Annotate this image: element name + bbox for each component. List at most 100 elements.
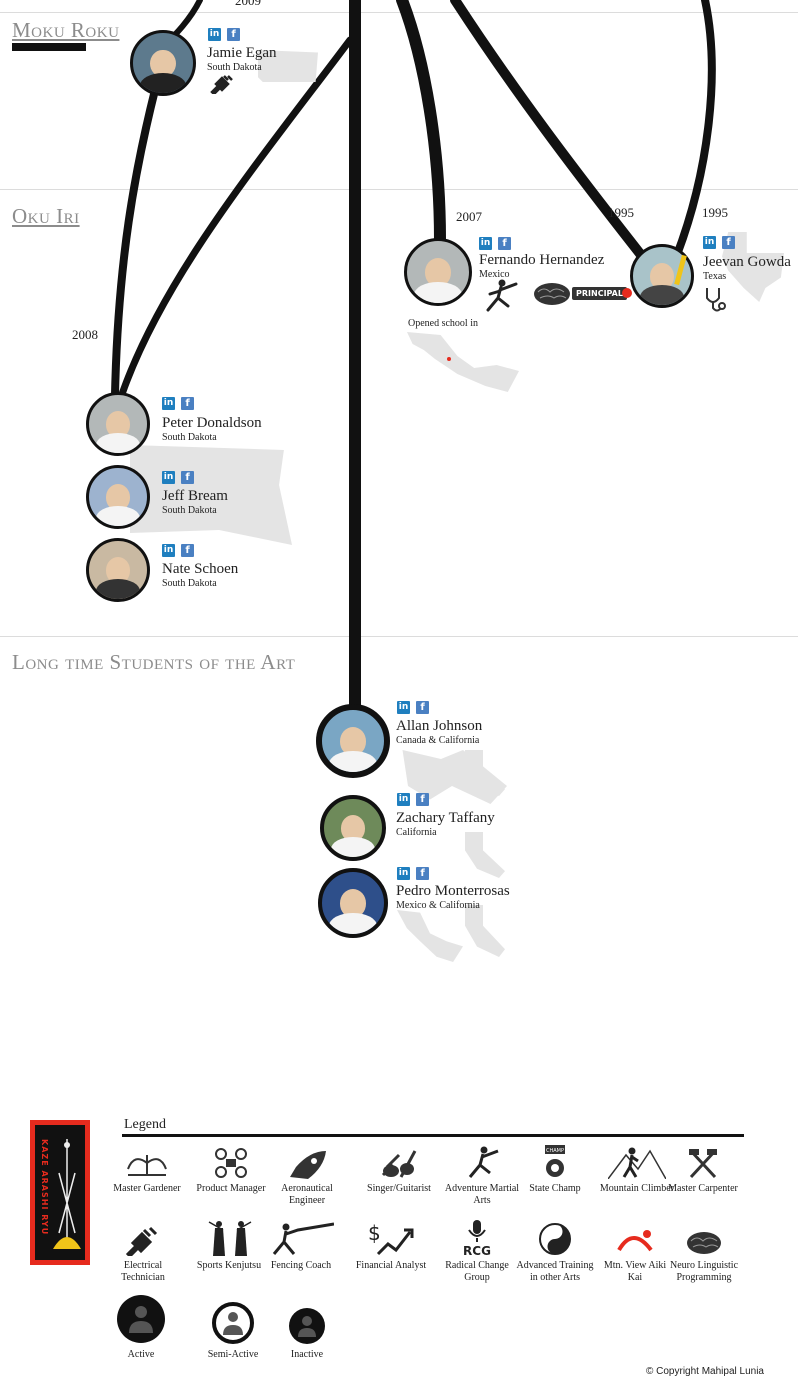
copyright: © Copyright Mahipal Lunia: [646, 1366, 764, 1377]
facebook-icon[interactable]: f: [416, 793, 429, 806]
avatar-pedro-monterrosas[interactable]: [318, 868, 388, 938]
legend-item: Neuro Linguistic Programming: [665, 1222, 743, 1284]
person-name: Allan Johnson: [396, 718, 483, 734]
plug-icon: [126, 1226, 158, 1256]
medal-icon: CHAMP: [545, 1145, 565, 1177]
person-location: South Dakota: [162, 432, 217, 443]
social-links: in f: [208, 28, 240, 41]
drone-icon: [215, 1148, 247, 1178]
person-location: South Dakota: [162, 578, 217, 589]
legend-item: Mtn. View Aiki Kai: [596, 1222, 674, 1284]
year-label: 1995: [608, 205, 634, 220]
linkedin-icon[interactable]: in: [162, 544, 175, 557]
semi-active-status-icon: [212, 1302, 254, 1344]
legend-item: Master Carpenter: [664, 1145, 742, 1195]
legend-title: Legend: [124, 1117, 166, 1132]
person-location: South Dakota: [207, 62, 262, 73]
linkedin-icon[interactable]: in: [162, 397, 175, 410]
avatar-jamie-egan[interactable]: [130, 30, 196, 96]
legend-item: Adventure Martial Arts: [443, 1145, 521, 1207]
social-links: in f: [479, 237, 511, 250]
martial-arts-icon: [486, 279, 518, 312]
person-name: Fernando Hernandez: [479, 252, 605, 268]
person-name: Jeevan Gowda: [703, 254, 791, 270]
person-location: Texas: [703, 271, 727, 282]
rocket-icon: [290, 1151, 326, 1179]
logo-emblem: [53, 1139, 81, 1249]
legend-item: Advanced Training in other Arts: [516, 1222, 594, 1284]
avatar-zachary-taffany[interactable]: [320, 795, 386, 861]
linkedin-icon[interactable]: in: [479, 237, 492, 250]
brain-icon: [534, 283, 570, 305]
gardener-icon: [127, 1155, 167, 1176]
legend-item: Master Gardener: [108, 1145, 186, 1195]
svg-text:CHAMP: CHAMP: [546, 1148, 564, 1154]
social-links: in f: [397, 701, 429, 714]
svg-text:$: $: [368, 1222, 381, 1245]
yin-yang-icon: [539, 1223, 571, 1255]
guitar-icon: [381, 1150, 417, 1178]
linkedin-icon[interactable]: in: [208, 28, 221, 41]
martial-arts-icon: [468, 1146, 499, 1178]
social-links: in f: [162, 544, 194, 557]
person-name: Zachary Taffany: [396, 810, 495, 826]
legend-item: $ Financial Analyst: [355, 1222, 427, 1271]
linkedin-icon[interactable]: in: [162, 471, 175, 484]
legend-item: Fencing Coach: [262, 1222, 340, 1272]
linkedin-icon[interactable]: in: [703, 236, 716, 249]
avatar-fernando-hernandez[interactable]: [404, 238, 472, 306]
year-label: 2009: [235, 0, 261, 8]
facebook-icon[interactable]: f: [227, 28, 240, 41]
apple-icon: [622, 288, 632, 298]
legend-item-semi-active: Semi-Active: [194, 1295, 272, 1365]
legend-item: Sports Kenjutsu: [190, 1221, 268, 1272]
facebook-icon[interactable]: f: [181, 397, 194, 410]
social-links: in f: [703, 236, 735, 249]
person-name: Pedro Monterrosas: [396, 883, 510, 899]
active-status-icon: [117, 1295, 165, 1343]
climber-icon: [608, 1147, 666, 1179]
avatar-nate-schoen[interactable]: [86, 538, 150, 602]
facebook-icon[interactable]: f: [181, 471, 194, 484]
year-label: 2007: [456, 209, 482, 224]
person-name: Nate Schoen: [162, 561, 239, 577]
legend-item: RCG Radical Change Group: [438, 1220, 516, 1284]
social-links: in f: [397, 867, 429, 880]
legend-item: Singer/Guitarist: [360, 1145, 438, 1195]
avatar-peter-donaldson[interactable]: [86, 392, 150, 456]
fencing-icon: [272, 1222, 334, 1255]
principal-badge: PRINCIPAL: [572, 287, 627, 300]
avatar-jeevan-gowda[interactable]: [630, 244, 694, 308]
facebook-icon[interactable]: f: [498, 237, 511, 250]
hammer-icon: [689, 1149, 717, 1179]
inactive-status-icon: [289, 1308, 325, 1344]
facebook-icon[interactable]: f: [416, 867, 429, 880]
brain-icon: [687, 1232, 721, 1254]
chart-arrow-icon: $: [368, 1222, 414, 1256]
facebook-icon[interactable]: f: [722, 236, 735, 249]
legend-item: CHAMP State Champ: [516, 1145, 594, 1195]
school-location-dot: [447, 357, 451, 361]
stethoscope-icon: [706, 288, 726, 312]
linkedin-icon[interactable]: in: [397, 701, 410, 714]
legend-item-active: Active: [102, 1295, 180, 1365]
legend-item: Electrical Technician: [104, 1222, 182, 1284]
legend-item: Product Manager: [192, 1145, 270, 1195]
linkedin-icon[interactable]: in: [397, 793, 410, 806]
facebook-icon[interactable]: f: [416, 701, 429, 714]
plug-icon: [210, 75, 233, 94]
linkedin-icon[interactable]: in: [397, 867, 410, 880]
social-links: in f: [162, 397, 194, 410]
person-location: Canada & California: [396, 735, 480, 746]
aikikai-icon: [617, 1230, 653, 1252]
facebook-icon[interactable]: f: [181, 544, 194, 557]
avatar-jeff-bream[interactable]: [86, 465, 150, 529]
person-location: California: [396, 827, 437, 838]
person-name: Peter Donaldson: [162, 415, 262, 431]
legend-item-inactive: Inactive: [268, 1295, 346, 1365]
legend-divider: [122, 1134, 744, 1137]
social-links: in f: [162, 471, 194, 484]
kaze-arashi-ryu-logo: KAZE ARASHI RYU: [30, 1120, 90, 1265]
svg-text:RCG: RCG: [463, 1244, 491, 1256]
avatar-allan-johnson[interactable]: [316, 704, 390, 778]
